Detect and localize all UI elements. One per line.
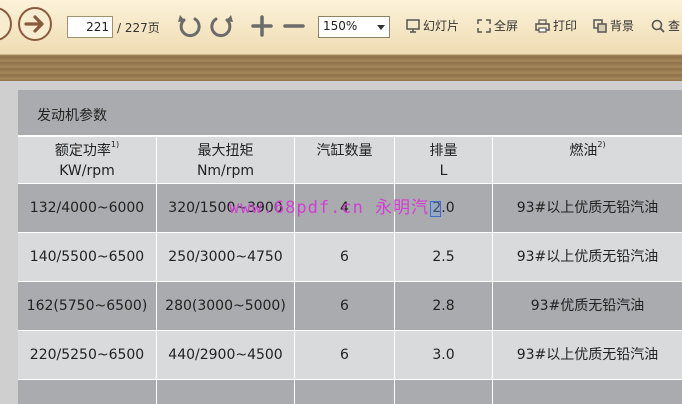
cell-empty — [294, 380, 394, 404]
background-icon — [593, 18, 607, 33]
cell-power: 140/5500~6500 — [29, 249, 145, 265]
cell-empty — [492, 380, 682, 404]
cell-power: 162(5750~6500) — [26, 298, 148, 314]
table-row — [18, 380, 682, 404]
wood-strip — [0, 55, 682, 81]
search-button[interactable]: 查 — [651, 17, 680, 34]
cell-power: 220/5250~6500 — [29, 347, 145, 363]
next-page-button[interactable] — [18, 7, 52, 41]
slideshow-icon — [406, 18, 420, 33]
search-label: 查 — [668, 19, 681, 33]
cell-displacement: 2.5 — [394, 233, 492, 281]
cell-displacement: 3.0 — [394, 331, 492, 379]
cell-empty — [156, 380, 294, 404]
previous-page-button[interactable] — [0, 7, 12, 41]
arrow-right-icon — [24, 15, 44, 33]
header-cylinders: 汽缸数量 — [294, 137, 394, 183]
print-label: 打印 — [553, 19, 578, 33]
zoom-select[interactable]: 150% — [318, 16, 390, 38]
cell-cylinders: 6 — [294, 233, 394, 281]
cell-displacement: 2.8 — [394, 282, 492, 330]
fullscreen-icon — [477, 18, 491, 33]
printer-icon — [535, 18, 550, 33]
table-row: 162(5750~6500) 280(3000~5000) 6 2.8 93#优… — [18, 282, 682, 330]
minus-icon — [283, 24, 305, 28]
plus-icon — [251, 15, 273, 37]
rotate-left-button[interactable] — [176, 12, 202, 40]
slideshow-label: 幻灯片 — [423, 19, 460, 33]
zoom-value: 150% — [323, 19, 358, 33]
cell-fuel: 93#优质无铅汽油 — [492, 282, 682, 330]
page-total: / 227页 — [117, 21, 160, 35]
cell-cylinders: 6 — [294, 331, 394, 379]
watermark-text: www.68pdf.cn 永明汽 — [229, 198, 430, 218]
fullscreen-label: 全屏 — [494, 19, 519, 33]
cell-cylinders: 6 — [294, 282, 394, 330]
cell-torque: 250/3000~4750 — [156, 233, 294, 281]
text-selection-cursor — [430, 201, 441, 217]
fullscreen-button[interactable]: 全屏 — [477, 17, 518, 34]
rotate-right-icon — [210, 15, 233, 38]
header-torque: 最大扭矩 Nm/rpm — [156, 137, 294, 183]
toolbar: / 227页 150% 幻灯片 全屏 — [0, 0, 682, 55]
cell-fuel: 93#以上优质无铅汽油 — [492, 184, 682, 232]
search-icon — [651, 19, 665, 33]
header-power: 额定功率1) KW/rpm — [54, 140, 120, 180]
page-number-input[interactable] — [67, 16, 113, 38]
document-page: 发动机参数 额定功率1) KW/rpm 最大扭矩 Nm/rpm 汽缸数量 排量 L 燃… — [18, 90, 682, 404]
table-title: 发动机参数 — [18, 90, 682, 136]
table-row: 140/5500~6500 250/3000~4750 6 2.5 93#以上优… — [18, 233, 682, 281]
cell-power: 132/4000~6000 — [29, 200, 145, 216]
rotate-right-button[interactable] — [209, 12, 235, 40]
cell-empty — [18, 380, 156, 404]
background-label: 背景 — [610, 19, 635, 33]
background-button[interactable]: 背景 — [593, 17, 634, 34]
zoom-in-button[interactable] — [249, 12, 275, 40]
print-button[interactable]: 打印 — [535, 17, 577, 34]
cell-torque: 280(3000~5000) — [156, 282, 294, 330]
table-row: 220/5250~6500 440/2900~4500 6 3.0 93#以上优… — [18, 331, 682, 379]
cell-fuel: 93#以上优质无铅汽油 — [492, 233, 682, 281]
header-displacement: 排量 L — [394, 137, 492, 183]
table-header-row: 额定功率1) KW/rpm 最大扭矩 Nm/rpm 汽缸数量 排量 L 燃油2) — [18, 137, 682, 183]
header-fuel: 燃油2) — [492, 137, 682, 183]
rotate-left-icon — [178, 15, 201, 38]
slideshow-button[interactable]: 幻灯片 — [406, 17, 459, 34]
cell-torque: 440/2900~4500 — [156, 331, 294, 379]
chevron-down-icon — [377, 25, 385, 30]
cell-fuel: 93#以上优质无铅汽油 — [492, 331, 682, 379]
cell-empty — [394, 380, 492, 404]
zoom-out-button[interactable] — [281, 12, 307, 40]
